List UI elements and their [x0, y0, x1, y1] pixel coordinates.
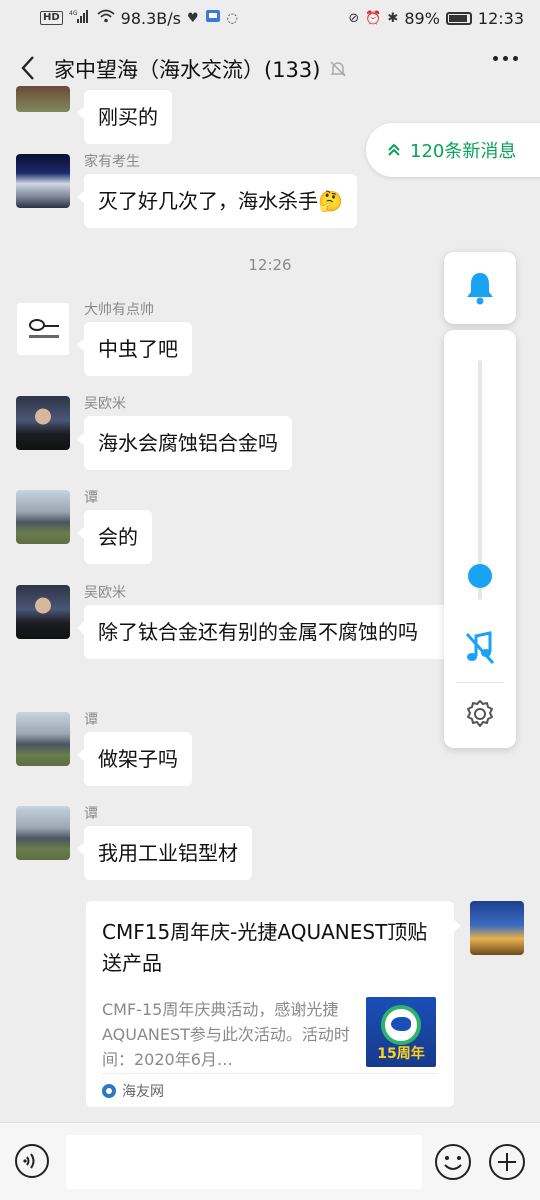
status-bar: HD 4G 98.3B/s ♥ ◌ ⊘ ⏰ ✱ 89% 12:33: [0, 0, 540, 36]
svg-text:4G: 4G: [69, 10, 78, 17]
message-item: 吴欧米 除了钛合金还有别的金属不腐蚀的吗: [16, 585, 450, 659]
sender-name: 吴欧米: [84, 585, 126, 601]
sender-name: 吴欧米: [84, 396, 126, 412]
notification-float-button[interactable]: [444, 252, 516, 324]
message-bubble[interactable]: 做架子吗: [77, 732, 192, 786]
sender-name: 谭: [84, 712, 98, 728]
source-logo-icon: [102, 1084, 116, 1098]
app-notification-icon: [205, 9, 221, 27]
wifi-icon: [97, 9, 115, 27]
emoji-icon[interactable]: [434, 1143, 472, 1181]
gear-icon[interactable]: [464, 698, 496, 730]
message-bubble[interactable]: 中虫了吧: [77, 322, 192, 376]
source-name: 海友网: [122, 1084, 164, 1100]
avatar[interactable]: [16, 585, 70, 639]
sound-control-panel: [444, 330, 516, 748]
more-dots-icon: [493, 56, 498, 61]
message-input[interactable]: [66, 1135, 422, 1189]
bluetooth-icon: ✱: [387, 10, 399, 26]
message-item: 大帅有点帅 中虫了吧: [16, 302, 192, 376]
new-messages-label: 120条新消息: [410, 141, 517, 162]
avatar[interactable]: [16, 712, 70, 766]
link-card-title: CMF15周年庆-光捷AQUANEST顶贴送产品: [102, 920, 428, 975]
sender-name: 大帅有点帅: [84, 302, 154, 318]
double-chevron-up-icon: [388, 143, 400, 156]
my-avatar[interactable]: [470, 901, 524, 955]
volume-slider-knob[interactable]: [468, 564, 492, 588]
avatar[interactable]: [16, 806, 70, 860]
more-button[interactable]: [493, 56, 518, 61]
loading-icon: ◌: [226, 10, 238, 26]
avatar[interactable]: [16, 302, 70, 356]
chat-title-wrap: 家中望海（海水交流）(133): [54, 54, 348, 84]
sender-name: 家有考生: [84, 154, 140, 170]
link-card[interactable]: CMF15周年庆-光捷AQUANEST顶贴送产品 CMF-15周年庆典活动，感谢…: [86, 901, 461, 1107]
battery-percent: 89%: [404, 8, 440, 28]
link-card-description: CMF-15周年庆典活动，感谢光捷AQUANEST参与此次活动。活动时间：202…: [102, 1000, 350, 1069]
bell-off-icon: [330, 61, 347, 77]
clock: 12:33: [477, 8, 524, 28]
link-card-thumbnail: 15周年: [366, 997, 436, 1067]
network-speed: 98.3B/s: [120, 8, 181, 28]
sender-name: 谭: [84, 490, 98, 506]
avatar[interactable]: [16, 396, 70, 450]
do-not-disturb-icon: ⊘: [348, 10, 360, 26]
message-bubble[interactable]: 会的: [77, 510, 152, 564]
avatar[interactable]: [16, 490, 70, 544]
battery-icon: [445, 11, 472, 25]
alarm-icon: ⏰: [365, 10, 382, 26]
chevron-left-icon: [21, 56, 34, 80]
chat-title: 家中望海（海水交流）(133): [54, 58, 321, 82]
message-bubble[interactable]: 刚买的: [77, 90, 172, 144]
input-bar: [0, 1122, 540, 1200]
back-button[interactable]: [14, 52, 42, 84]
thumbnail-text: 15周年: [377, 1046, 425, 1062]
hd-icon: HD: [40, 11, 63, 25]
signal-icon: 4G: [69, 9, 91, 27]
plus-icon[interactable]: [488, 1143, 526, 1181]
message-item: 刚买的: [16, 86, 172, 144]
message-item: 谭 我用工业铝型材: [16, 806, 252, 880]
message-bubble[interactable]: 灭了好几次了，海水杀手🤔: [77, 174, 357, 228]
bell-icon: [467, 273, 493, 305]
message-item: 谭 做架子吗: [16, 712, 192, 786]
music-off-icon[interactable]: [464, 630, 496, 666]
new-messages-button[interactable]: 120条新消息: [366, 123, 540, 177]
link-card-source: 海友网: [102, 1081, 164, 1101]
message-bubble[interactable]: 海水会腐蚀铝合金吗: [77, 416, 292, 470]
heart-icon: ♥: [187, 10, 199, 26]
avatar[interactable]: [16, 86, 70, 112]
sender-name: 谭: [84, 806, 98, 822]
message-item: 谭 会的: [16, 490, 152, 564]
message-item: 家有考生 灭了好几次了，海水杀手🤔: [16, 154, 357, 228]
avatar[interactable]: [16, 154, 70, 208]
message-bubble[interactable]: 我用工业铝型材: [77, 826, 252, 880]
message-item: 吴欧米 海水会腐蚀铝合金吗: [16, 396, 292, 470]
voice-icon[interactable]: [14, 1143, 50, 1179]
message-bubble[interactable]: 除了钛合金还有别的金属不腐蚀的吗: [77, 605, 450, 659]
